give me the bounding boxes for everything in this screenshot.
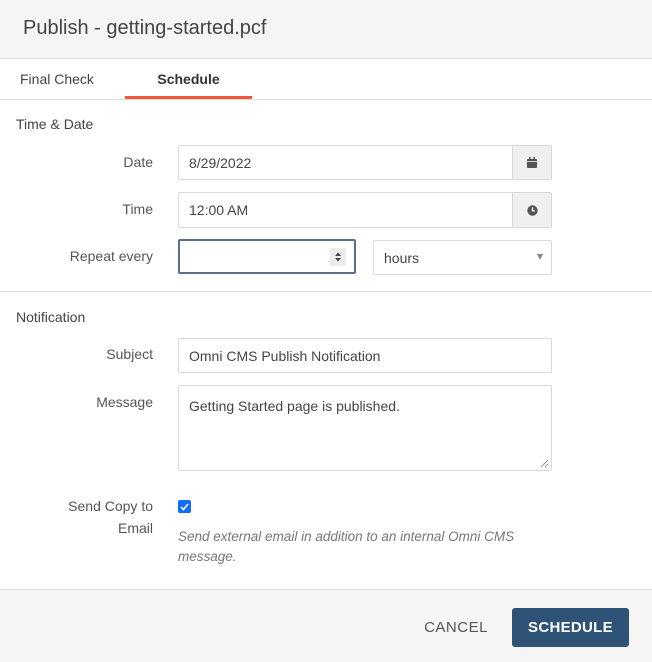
number-spinner[interactable] (330, 248, 346, 266)
repeat-number-input[interactable] (178, 239, 356, 274)
dialog-footer: CANCEL SCHEDULE (0, 589, 652, 662)
checkmark-icon (180, 502, 189, 511)
section-divider (0, 291, 652, 292)
send-copy-label-line2: Email (117, 520, 153, 536)
calendar-icon (527, 157, 537, 168)
dropdown-caret-icon (537, 254, 543, 260)
resize-grip-icon[interactable] (540, 459, 549, 468)
time-picker-button[interactable] (512, 192, 552, 228)
date-input[interactable]: 8/29/2022 (178, 145, 513, 180)
send-copy-checkbox[interactable] (178, 500, 191, 513)
clock-icon (526, 204, 538, 216)
subject-label: Subject (106, 346, 153, 362)
section-title-notification: Notification (16, 309, 86, 325)
tab-bar: Final Check Schedule (0, 59, 652, 100)
subject-input[interactable]: Omni CMS Publish Notification (178, 338, 552, 373)
send-copy-label-line1: Send Copy to (68, 498, 153, 514)
schedule-button[interactable]: SCHEDULE (512, 608, 629, 647)
repeat-label: Repeat every (69, 248, 153, 264)
send-copy-help-text: Send external email in addition to an in… (178, 529, 515, 564)
section-title-time-date: Time & Date (16, 116, 94, 132)
dialog-title: Publish - getting-started.pcf (23, 17, 267, 39)
repeat-unit-select[interactable]: hours (373, 240, 552, 275)
tab-final-check[interactable]: Final Check (20, 71, 94, 87)
date-picker-button[interactable] (512, 145, 552, 180)
time-input[interactable]: 12:00 AM (178, 192, 513, 228)
cancel-button[interactable]: CANCEL (412, 608, 500, 646)
message-text: Getting Started page is published. (189, 398, 400, 414)
dialog-header: Publish - getting-started.pcf (0, 0, 652, 59)
tab-schedule[interactable]: Schedule (125, 71, 252, 99)
date-label: Date (123, 154, 153, 170)
spinner-up-down-icon (335, 252, 341, 262)
repeat-unit-value: hours (384, 249, 420, 266)
time-label: Time (122, 201, 153, 217)
message-textarea[interactable]: Getting Started page is published. (178, 385, 552, 471)
message-label: Message (96, 394, 153, 410)
